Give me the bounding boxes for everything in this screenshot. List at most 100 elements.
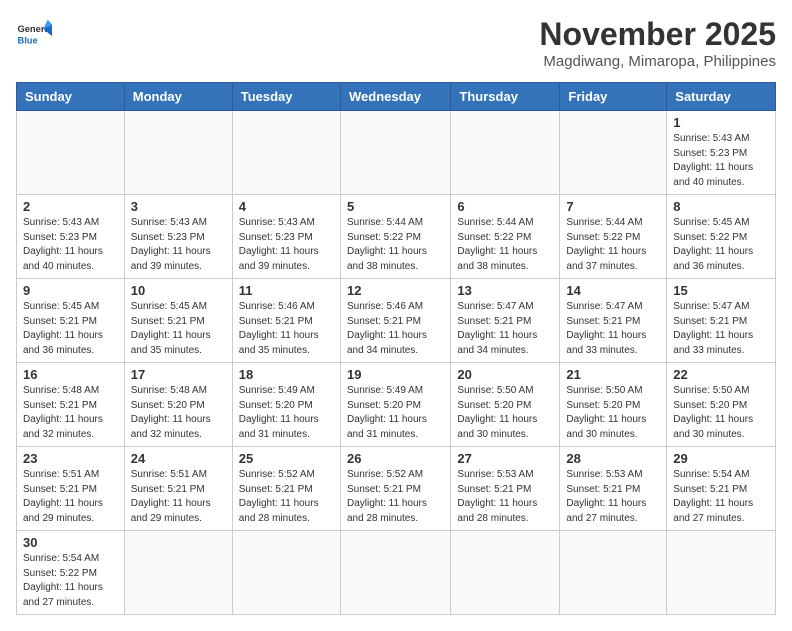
logo: General Blue xyxy=(16,16,52,52)
calendar-cell: 2Sunrise: 5:43 AMSunset: 5:23 PMDaylight… xyxy=(17,195,125,279)
calendar-week-0: 1 Sunrise: 5:43 AMSunset: 5:23 PMDaylight… xyxy=(17,111,776,195)
day-number: 23 xyxy=(23,451,118,466)
calendar-cell xyxy=(451,111,560,195)
calendar-cell xyxy=(17,111,125,195)
day-info: Sunrise: 5:50 AMSunset: 5:20 PMDaylight:… xyxy=(673,384,769,442)
calendar-cell xyxy=(560,111,667,195)
day-number: 28 xyxy=(566,451,660,466)
month-title: November 2025 xyxy=(539,16,776,53)
day-number: 14 xyxy=(566,283,660,298)
day-info: Sunrise: 5:43 AMSunset: 5:23 PMDaylight:… xyxy=(239,216,334,274)
day-info: Sunrise: 5:43 AMSunset: 5:23 PMDaylight:… xyxy=(673,132,769,190)
day-number: 30 xyxy=(23,535,118,550)
day-number: 17 xyxy=(131,367,226,382)
header-sunday: Sunday xyxy=(17,83,125,111)
calendar-cell xyxy=(560,531,667,615)
day-number: 27 xyxy=(457,451,553,466)
day-info: Sunrise: 5:50 AMSunset: 5:20 PMDaylight:… xyxy=(457,384,553,442)
day-info: Sunrise: 5:52 AMSunset: 5:21 PMDaylight:… xyxy=(347,468,444,526)
day-number: 16 xyxy=(23,367,118,382)
day-info: Sunrise: 5:44 AMSunset: 5:22 PMDaylight:… xyxy=(457,216,553,274)
calendar-cell xyxy=(232,531,340,615)
svg-text:Blue: Blue xyxy=(17,35,37,45)
day-info: Sunrise: 5:51 AMSunset: 5:21 PMDaylight:… xyxy=(131,468,226,526)
calendar-cell xyxy=(340,111,450,195)
day-number: 12 xyxy=(347,283,444,298)
calendar-cell xyxy=(667,531,776,615)
calendar-cell: 28 Sunrise: 5:53 AMSunset: 5:21 PMDayligh… xyxy=(560,447,667,531)
day-info: Sunrise: 5:44 AMSunset: 5:22 PMDaylight:… xyxy=(347,216,444,274)
day-number: 10 xyxy=(131,283,226,298)
calendar-cell: 17 Sunrise: 5:48 AMSunset: 5:20 PMDayligh… xyxy=(124,363,232,447)
calendar-cell: 13 Sunrise: 5:47 AMSunset: 5:21 PMDayligh… xyxy=(451,279,560,363)
calendar-cell: 6 Sunrise: 5:44 AMSunset: 5:22 PMDaylight… xyxy=(451,195,560,279)
day-info: Sunrise: 5:45 AMSunset: 5:21 PMDaylight:… xyxy=(23,300,118,358)
day-number: 9 xyxy=(23,283,118,298)
calendar-cell: 21 Sunrise: 5:50 AMSunset: 5:20 PMDayligh… xyxy=(560,363,667,447)
calendar-header-row: SundayMondayTuesdayWednesdayThursdayFrid… xyxy=(17,83,776,111)
day-info: Sunrise: 5:47 AMSunset: 5:21 PMDaylight:… xyxy=(673,300,769,358)
calendar-cell: 4Sunrise: 5:43 AMSunset: 5:23 PMDaylight… xyxy=(232,195,340,279)
calendar-cell xyxy=(124,531,232,615)
calendar-cell: 12 Sunrise: 5:46 AMSunset: 5:21 PMDayligh… xyxy=(340,279,450,363)
day-number: 6 xyxy=(457,199,553,214)
calendar-cell xyxy=(451,531,560,615)
day-number: 1 xyxy=(673,115,769,130)
header-thursday: Thursday xyxy=(451,83,560,111)
day-info: Sunrise: 5:50 AMSunset: 5:20 PMDaylight:… xyxy=(566,384,660,442)
day-number: 26 xyxy=(347,451,444,466)
day-info: Sunrise: 5:52 AMSunset: 5:21 PMDaylight:… xyxy=(239,468,334,526)
calendar-cell: 11 Sunrise: 5:46 AMSunset: 5:21 PMDayligh… xyxy=(232,279,340,363)
calendar-cell: 14 Sunrise: 5:47 AMSunset: 5:21 PMDayligh… xyxy=(560,279,667,363)
calendar-cell xyxy=(124,111,232,195)
day-info: Sunrise: 5:46 AMSunset: 5:21 PMDaylight:… xyxy=(239,300,334,358)
day-number: 24 xyxy=(131,451,226,466)
day-info: Sunrise: 5:43 AMSunset: 5:23 PMDaylight:… xyxy=(131,216,226,274)
calendar-week-4: 23 Sunrise: 5:51 AMSunset: 5:21 PMDayligh… xyxy=(17,447,776,531)
day-number: 25 xyxy=(239,451,334,466)
calendar-cell: 22Sunrise: 5:50 AMSunset: 5:20 PMDayligh… xyxy=(667,363,776,447)
calendar-cell xyxy=(232,111,340,195)
day-info: Sunrise: 5:53 AMSunset: 5:21 PMDaylight:… xyxy=(566,468,660,526)
day-number: 13 xyxy=(457,283,553,298)
header-tuesday: Tuesday xyxy=(232,83,340,111)
day-number: 15 xyxy=(673,283,769,298)
calendar-cell: 7Sunrise: 5:44 AMSunset: 5:22 PMDaylight… xyxy=(560,195,667,279)
calendar-cell: 10 Sunrise: 5:45 AMSunset: 5:21 PMDayligh… xyxy=(124,279,232,363)
calendar-cell: 8 Sunrise: 5:45 AMSunset: 5:22 PMDaylight… xyxy=(667,195,776,279)
day-info: Sunrise: 5:51 AMSunset: 5:21 PMDaylight:… xyxy=(23,468,118,526)
day-number: 11 xyxy=(239,283,334,298)
day-info: Sunrise: 5:45 AMSunset: 5:22 PMDaylight:… xyxy=(673,216,769,274)
day-number: 29 xyxy=(673,451,769,466)
day-info: Sunrise: 5:46 AMSunset: 5:21 PMDaylight:… xyxy=(347,300,444,358)
calendar-cell: 29 Sunrise: 5:54 AMSunset: 5:21 PMDayligh… xyxy=(667,447,776,531)
calendar-cell: 26 Sunrise: 5:52 AMSunset: 5:21 PMDayligh… xyxy=(340,447,450,531)
calendar-cell: 9 Sunrise: 5:45 AMSunset: 5:21 PMDaylight… xyxy=(17,279,125,363)
calendar-week-1: 2 Sunrise: 5:43 AMSunset: 5:23 PMDaylight… xyxy=(17,195,776,279)
day-number: 21 xyxy=(566,367,660,382)
day-info: Sunrise: 5:48 AMSunset: 5:21 PMDaylight:… xyxy=(23,384,118,442)
day-number: 8 xyxy=(673,199,769,214)
day-number: 5 xyxy=(347,199,444,214)
calendar-table: SundayMondayTuesdayWednesdayThursdayFrid… xyxy=(16,82,776,615)
header-monday: Monday xyxy=(124,83,232,111)
day-info: Sunrise: 5:45 AMSunset: 5:21 PMDaylight:… xyxy=(131,300,226,358)
page-header: General Blue November 2025 Magdiwang, Mi… xyxy=(16,16,776,70)
calendar-cell: 19Sunrise: 5:49 AMSunset: 5:20 PMDayligh… xyxy=(340,363,450,447)
calendar-cell: 15 Sunrise: 5:47 AMSunset: 5:21 PMDayligh… xyxy=(667,279,776,363)
day-number: 18 xyxy=(239,367,334,382)
calendar-cell: 5 Sunrise: 5:44 AMSunset: 5:22 PMDaylight… xyxy=(340,195,450,279)
day-info: Sunrise: 5:48 AMSunset: 5:20 PMDaylight:… xyxy=(131,384,226,442)
day-number: 2 xyxy=(23,199,118,214)
day-info: Sunrise: 5:47 AMSunset: 5:21 PMDaylight:… xyxy=(457,300,553,358)
day-info: Sunrise: 5:47 AMSunset: 5:21 PMDaylight:… xyxy=(566,300,660,358)
calendar-week-2: 9 Sunrise: 5:45 AMSunset: 5:21 PMDaylight… xyxy=(17,279,776,363)
day-info: Sunrise: 5:44 AMSunset: 5:22 PMDaylight:… xyxy=(566,216,660,274)
day-info: Sunrise: 5:54 AMSunset: 5:21 PMDaylight:… xyxy=(673,468,769,526)
calendar-week-5: 30Sunrise: 5:54 AMSunset: 5:22 PMDayligh… xyxy=(17,531,776,615)
day-info: Sunrise: 5:49 AMSunset: 5:20 PMDaylight:… xyxy=(239,384,334,442)
day-number: 3 xyxy=(131,199,226,214)
calendar-week-3: 16 Sunrise: 5:48 AMSunset: 5:21 PMDayligh… xyxy=(17,363,776,447)
calendar-cell: 24 Sunrise: 5:51 AMSunset: 5:21 PMDayligh… xyxy=(124,447,232,531)
calendar-cell: 25 Sunrise: 5:52 AMSunset: 5:21 PMDayligh… xyxy=(232,447,340,531)
